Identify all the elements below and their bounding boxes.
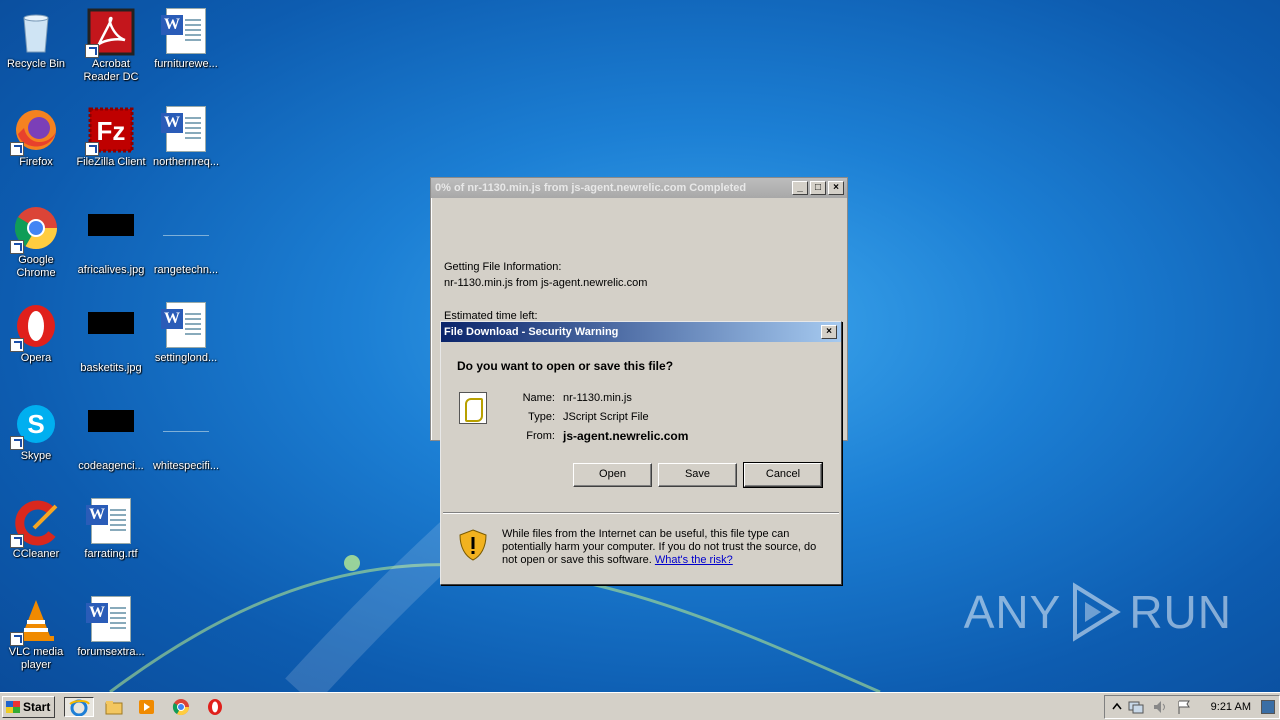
acrobat-icon — [85, 8, 135, 58]
desktop-icon-acrobat[interactable]: Acrobat Reader DC — [73, 4, 149, 96]
desktop-icon-ccleaner[interactable]: CCleaner — [0, 494, 74, 586]
word-doc-icon: W — [161, 106, 210, 154]
status-label: Getting File Information: — [444, 261, 562, 273]
play-logo-icon — [1073, 582, 1122, 642]
desktop: Recycle Bin Firefox Google Chrome Opera … — [0, 0, 1280, 692]
dialog-title: File Download - Security Warning — [441, 322, 841, 342]
desktop-icon-whitespecifi[interactable]: whitespecifi... — [148, 396, 224, 488]
cancel-button[interactable]: Cancel — [743, 462, 823, 488]
type-label: Type: — [528, 411, 555, 423]
show-hidden-icons-icon[interactable] — [1111, 700, 1123, 714]
from-label: From: — [526, 430, 555, 442]
svg-text:S: S — [27, 409, 44, 439]
file-source-value: js-agent.newrelic.com — [563, 429, 689, 443]
file-icon — [162, 214, 210, 262]
vlc-icon — [10, 596, 60, 646]
desktop-icon-vlc[interactable]: VLC media player — [0, 592, 74, 684]
desktop-icon-africalives[interactable]: africalives.jpg — [73, 200, 149, 292]
file-name-value: nr-1130.min.js — [563, 392, 632, 404]
svg-text:Fz: Fz — [97, 116, 126, 146]
warning-text: While files from the Internet can be use… — [502, 528, 817, 566]
show-desktop-button[interactable] — [1261, 700, 1275, 714]
recycle-bin-icon — [12, 8, 60, 56]
desktop-icon-filezilla[interactable]: Fz FileZilla Client — [73, 102, 149, 194]
desktop-icon-rangetechn[interactable]: rangetechn... — [148, 200, 224, 292]
progress-window-title: 0% of nr-1130.min.js from js-agent.newre… — [431, 178, 847, 198]
desktop-icon-farrating[interactable]: W farrating.rtf — [73, 494, 149, 586]
dialog-question: Do you want to open or save this file? — [457, 359, 674, 373]
shield-warning-icon — [459, 529, 487, 561]
action-center-flag-icon[interactable] — [1175, 699, 1193, 715]
system-tray: 9:21 AM — [1104, 695, 1280, 719]
filezilla-icon: Fz — [85, 106, 135, 156]
save-button[interactable]: Save — [658, 463, 737, 487]
windows-flag-icon — [6, 701, 20, 713]
file-type-value: JScript Script File — [563, 411, 649, 423]
network-icon[interactable] — [1127, 699, 1145, 715]
divider — [443, 512, 839, 514]
desktop-icon-furniturewe[interactable]: W furniturewe... — [148, 4, 224, 96]
open-button[interactable]: Open — [573, 463, 652, 487]
anyrun-watermark: ANY RUN — [964, 582, 1232, 642]
whats-the-risk-link[interactable]: What's the risk? — [655, 554, 733, 566]
word-doc-icon: W — [161, 302, 210, 350]
explorer-taskbar-icon[interactable] — [103, 697, 125, 717]
security-warning-dialog: File Download - Security Warning × Do yo… — [440, 321, 842, 585]
desktop-icon-northernreq[interactable]: W northernreq... — [148, 102, 224, 194]
maximize-button[interactable]: □ — [810, 181, 826, 195]
chrome-taskbar-icon[interactable] — [170, 697, 192, 717]
internet-explorer-taskbar-icon[interactable] — [64, 697, 94, 717]
jpg-thumbnail-icon — [87, 312, 135, 360]
desktop-icon-settinglond[interactable]: W settinglond... — [148, 298, 224, 390]
volume-icon[interactable] — [1151, 699, 1169, 715]
opera-icon — [10, 302, 60, 352]
taskbar: Start 9:21 AM — [0, 692, 1280, 720]
dialog-close-button[interactable]: × — [821, 325, 837, 339]
desktop-icon-forumsextra[interactable]: W forumsextra... — [73, 592, 149, 684]
desktop-icon-codeagenci[interactable]: codeagenci... — [73, 396, 149, 488]
word-doc-icon: W — [86, 596, 135, 644]
desktop-icon-chrome[interactable]: Google Chrome — [0, 200, 74, 292]
skype-icon: S — [10, 400, 60, 450]
file-icon — [162, 410, 210, 458]
media-player-taskbar-icon[interactable] — [136, 697, 158, 717]
chrome-icon — [10, 204, 60, 254]
ccleaner-icon — [10, 498, 60, 548]
start-button[interactable]: Start — [2, 696, 55, 718]
jpg-thumbnail-icon — [87, 214, 135, 262]
firefox-icon — [10, 106, 60, 156]
word-doc-icon: W — [161, 8, 210, 56]
desktop-icon-opera[interactable]: Opera — [0, 298, 74, 390]
script-file-icon — [459, 392, 487, 424]
jpg-thumbnail-icon — [87, 410, 135, 458]
close-button[interactable]: × — [828, 181, 844, 195]
word-doc-icon: W — [86, 498, 135, 546]
clock[interactable]: 9:21 AM — [1211, 701, 1251, 713]
minimize-button[interactable]: _ — [792, 181, 808, 195]
name-label: Name: — [522, 392, 555, 404]
desktop-icon-skype[interactable]: S Skype — [0, 396, 74, 488]
desktop-icon-basketits[interactable]: basketits.jpg — [73, 298, 149, 390]
desktop-icon-recycle-bin[interactable]: Recycle Bin — [0, 4, 74, 96]
desktop-icon-firefox[interactable]: Firefox — [0, 102, 74, 194]
status-detail: nr-1130.min.js from js-agent.newrelic.co… — [444, 277, 648, 289]
opera-taskbar-icon[interactable] — [204, 697, 226, 717]
